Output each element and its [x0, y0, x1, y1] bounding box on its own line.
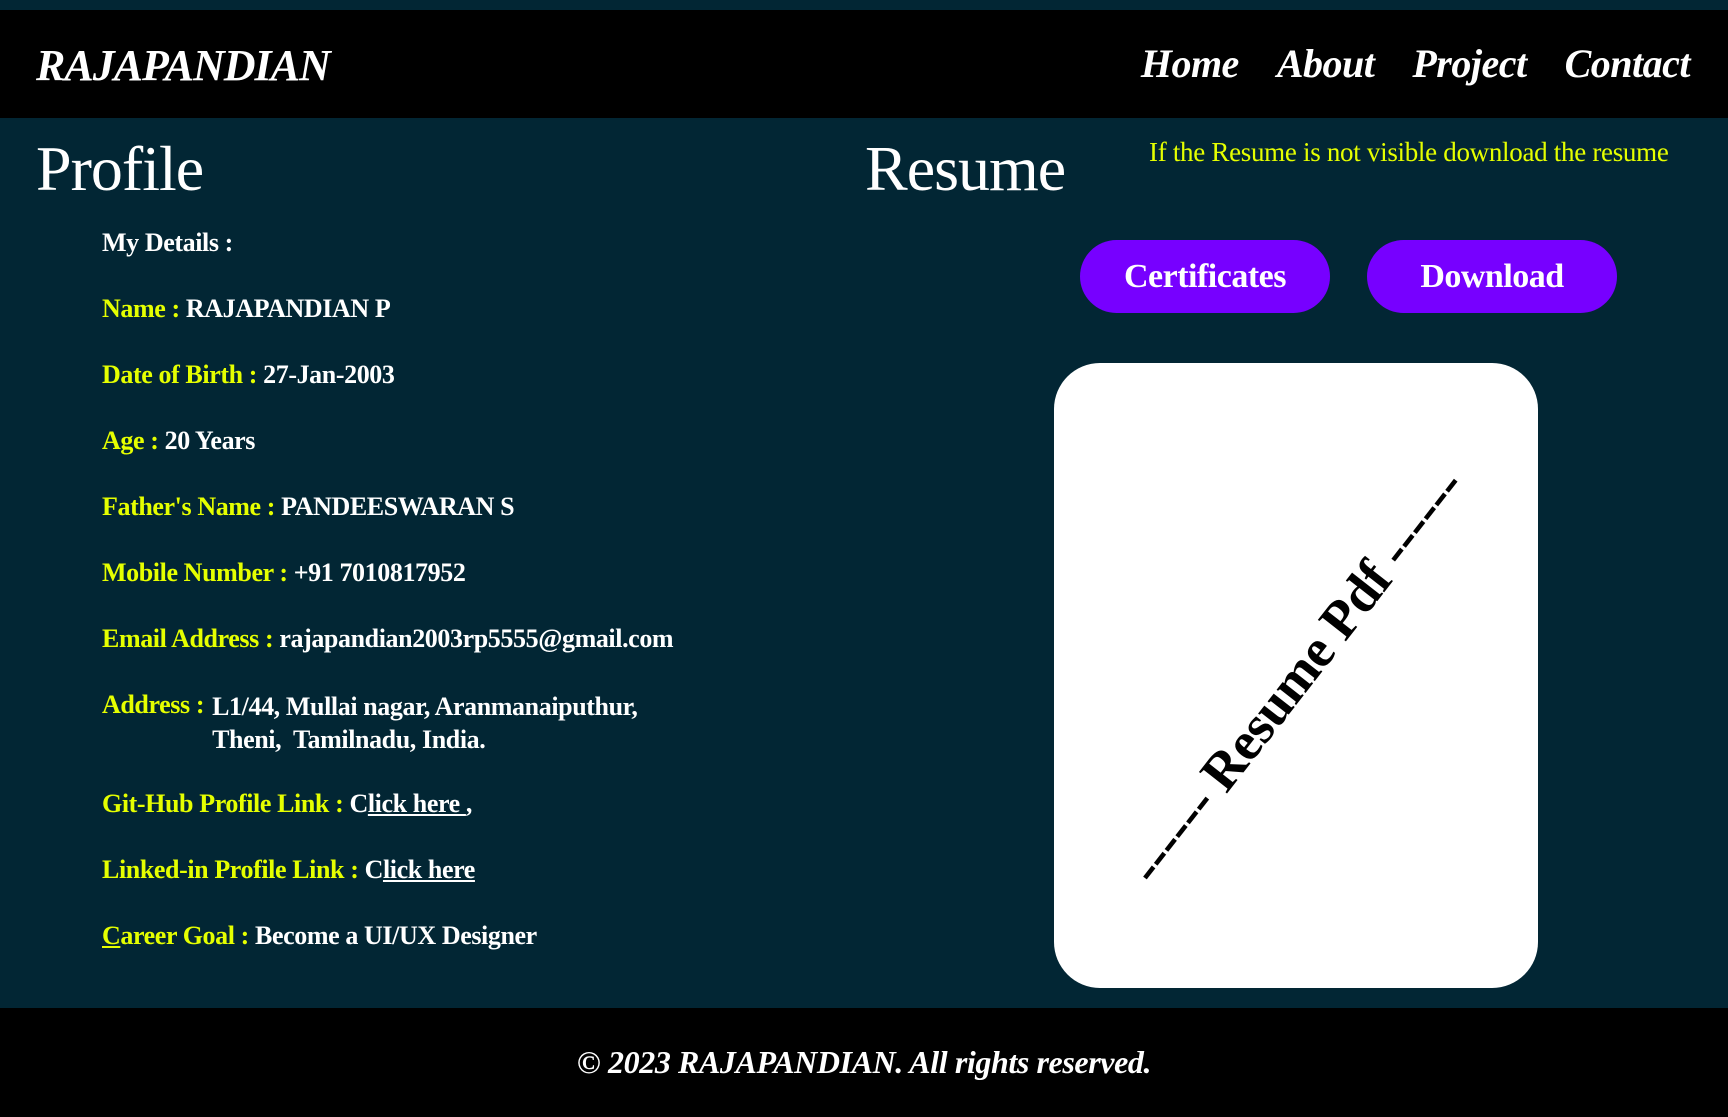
github-suffix: ,: [465, 789, 473, 818]
copyright-text: © 2023 RAJAPANDIAN. All rights reserved.: [576, 1044, 1152, 1080]
linkedin-label: Linked-in Profile Link :: [102, 855, 359, 884]
dob-row: Date of Birth : 27-Jan-2003: [102, 360, 395, 390]
age-value: 20 Years: [164, 426, 256, 455]
linkedin-row: Linked-in Profile Link : Click here: [102, 855, 475, 885]
address-line-1: L1/44, Mullai nagar, Aranmanaiputhur,: [212, 692, 638, 721]
linkedin-link[interactable]: lick here: [383, 855, 475, 884]
dob-value: 27-Jan-2003: [263, 360, 395, 389]
github-label: Git-Hub Profile Link :: [102, 789, 344, 818]
email-label: Email Address :: [102, 624, 274, 653]
career-value: Become a UI/UX Designer: [255, 921, 537, 950]
father-row: Father's Name : PANDEESWARAN S: [102, 492, 515, 522]
name-row: Name : RAJAPANDIAN P: [102, 294, 391, 324]
site-logo[interactable]: RAJAPANDIAN: [36, 40, 331, 91]
father-value: PANDEESWARAN S: [281, 492, 515, 521]
github-link[interactable]: lick here: [368, 789, 466, 818]
career-label: areer Goal :: [120, 921, 249, 950]
site-footer: © 2023 RAJAPANDIAN. All rights reserved.: [0, 1008, 1728, 1117]
github-link-prefix: C: [349, 789, 368, 818]
resume-pdf-placeholder: ------ Resume Pdf ------: [1115, 456, 1477, 895]
main-nav: Home About Project Contact: [1141, 40, 1691, 87]
nav-about[interactable]: About: [1277, 40, 1375, 87]
github-row: Git-Hub Profile Link : Click here ,: [102, 789, 472, 819]
dob-label: Date of Birth :: [102, 360, 258, 389]
name-label: Name :: [102, 294, 180, 323]
address-row: Address : L1/44, Mullai nagar, Aranmanaip…: [102, 690, 638, 756]
resume-title: Resume: [865, 133, 1066, 204]
top-strip: [0, 0, 1728, 10]
nav-contact[interactable]: Contact: [1565, 40, 1691, 87]
address-label: Address :: [102, 690, 205, 719]
nav-home[interactable]: Home: [1141, 40, 1239, 87]
resume-note: If the Resume is not visible download th…: [1149, 137, 1669, 167]
mobile-row: Mobile Number : +91 7010817952: [102, 558, 466, 588]
father-label: Father's Name :: [102, 492, 276, 521]
email-row: Email Address : rajapandian2003rp5555@gm…: [102, 624, 674, 654]
name-value: RAJAPANDIAN P: [185, 294, 391, 323]
career-row: Career Goal : Become a UI/UX Designer: [102, 921, 537, 951]
career-label-first: C: [102, 921, 121, 950]
resume-pdf-viewer[interactable]: ------ Resume Pdf ------: [1054, 363, 1538, 988]
email-value: rajapandian2003rp5555@gmail.com: [279, 624, 674, 653]
age-row: Age : 20 Years: [102, 426, 255, 456]
linkedin-link-prefix: C: [364, 855, 384, 884]
nav-project[interactable]: Project: [1412, 40, 1527, 87]
certificates-button[interactable]: Certificates: [1080, 240, 1330, 313]
site-header: RAJAPANDIAN Home About Project Contact: [0, 10, 1728, 118]
my-details-heading: My Details :: [102, 228, 233, 257]
profile-title: Profile: [36, 133, 204, 204]
age-label: Age :: [102, 426, 159, 455]
mobile-value: +91 7010817952: [293, 558, 466, 587]
address-line-2: Theni, Tamilnadu, India.: [212, 725, 486, 754]
download-button[interactable]: Download: [1367, 240, 1617, 313]
mobile-label: Mobile Number :: [102, 558, 288, 587]
